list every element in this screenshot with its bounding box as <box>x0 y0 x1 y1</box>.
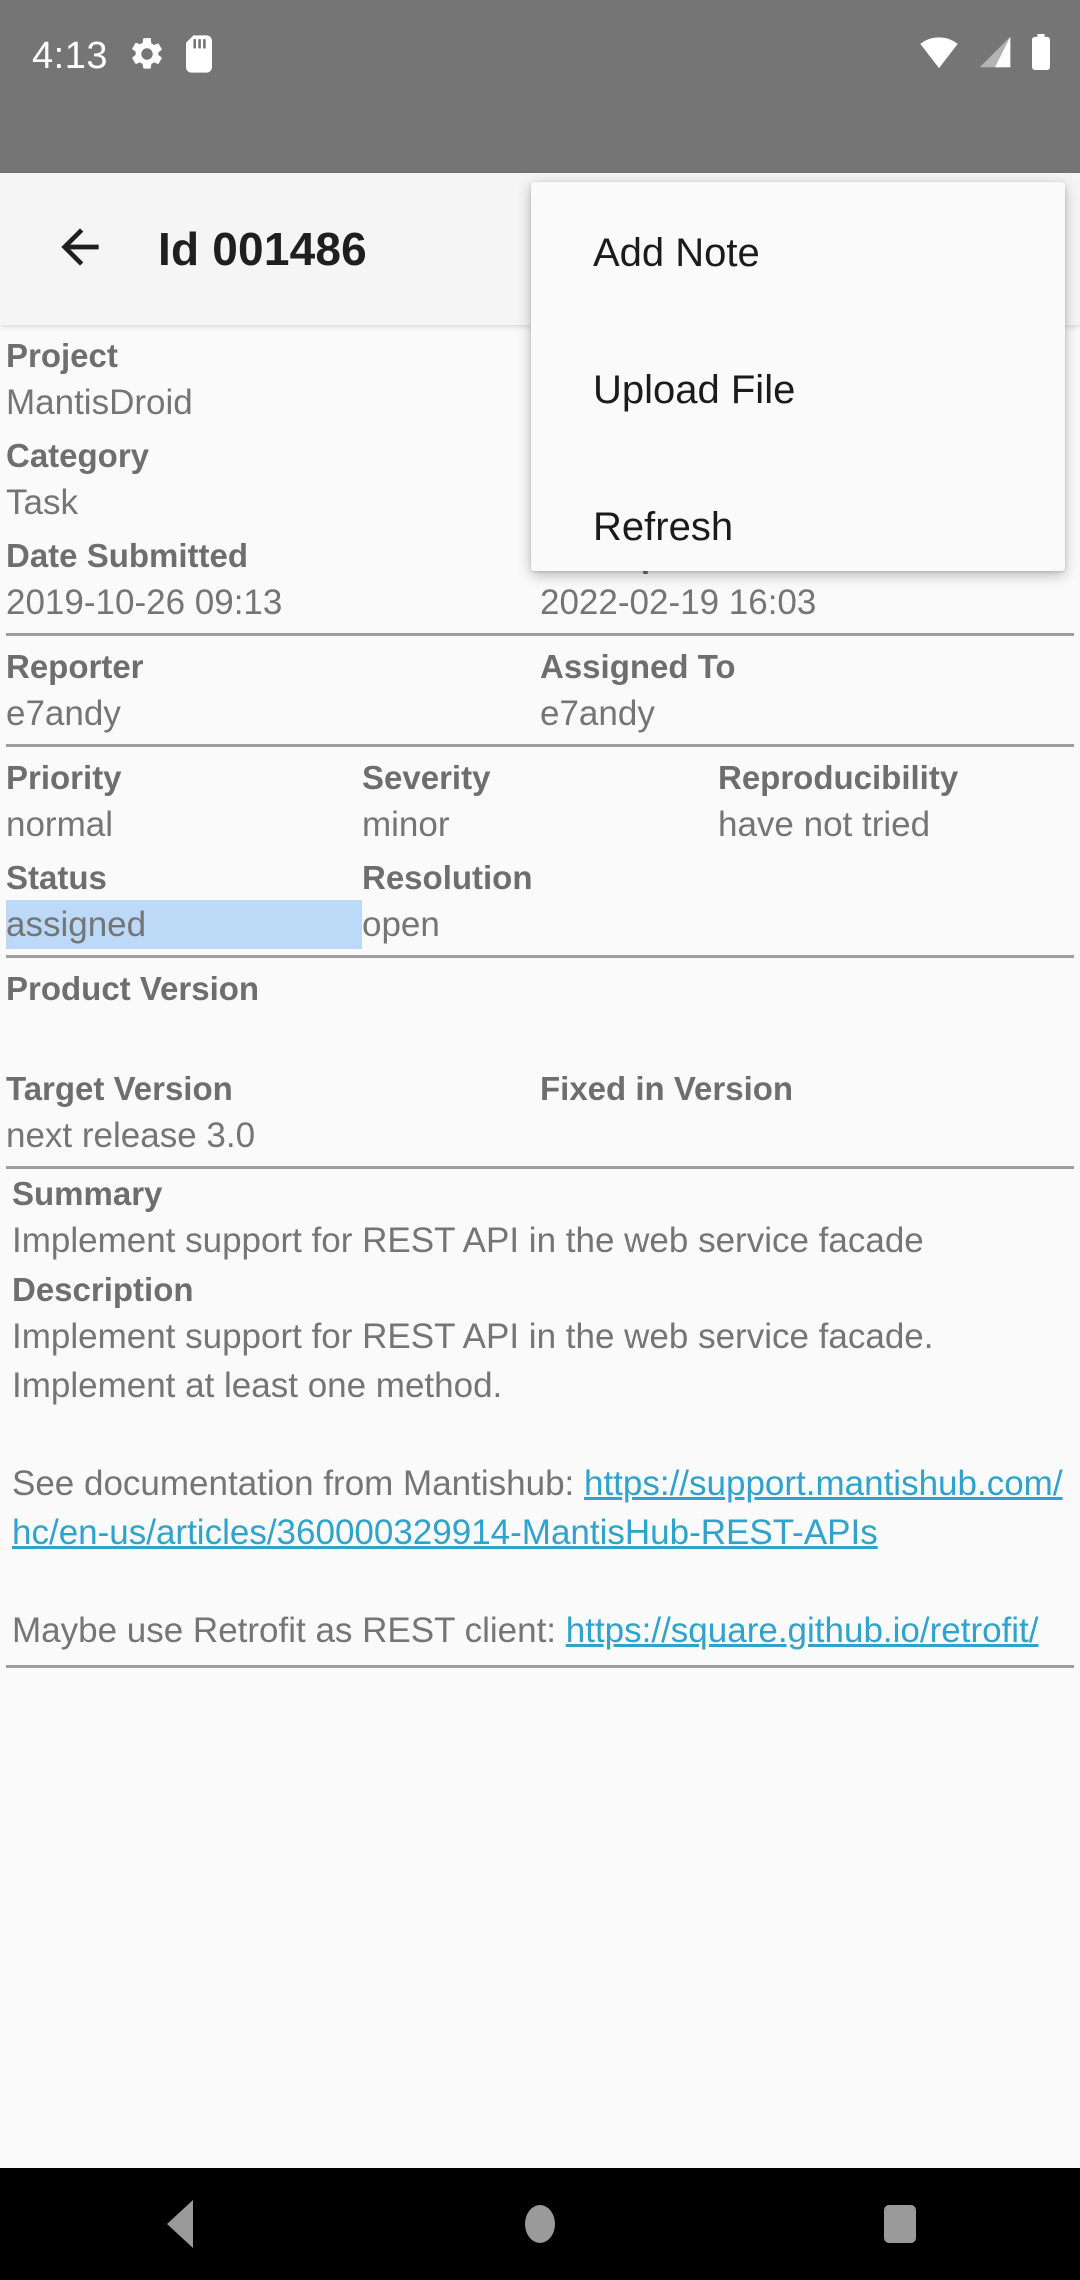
description-text-prefix: See documentation from Mantishub: <box>12 1464 584 1503</box>
status-bar: 4:13 <box>0 0 1080 173</box>
status-badge: assigned <box>6 900 362 949</box>
field-description: Description Implement support for REST A… <box>6 1265 1074 1655</box>
field-product-version: Product Version <box>6 966 1074 1060</box>
field-value <box>6 1011 1074 1060</box>
back-triangle-icon <box>167 2200 193 2248</box>
field-assigned-to: Assigned To e7andy <box>540 644 1074 738</box>
field-severity: Severity minor <box>362 755 718 849</box>
phone-screen: 4:13 Id 001486 Project MantisDroid Categ… <box>0 0 1080 2280</box>
description-paragraph-1: Implement support for REST API in the we… <box>12 1317 934 1405</box>
menu-item-refresh[interactable]: Refresh <box>531 482 1065 573</box>
nav-recents-button[interactable] <box>825 2168 975 2280</box>
description-paragraph-2: See documentation from Mantishub: https:… <box>12 1459 1068 1557</box>
field-label: Reproducibility <box>718 759 959 796</box>
field-priority: Priority normal <box>6 755 362 849</box>
field-label: Date Submitted <box>6 537 249 574</box>
divider <box>6 1665 1074 1668</box>
field-fixed-in-version: Fixed in Version <box>540 1066 1074 1160</box>
status-bar-clock: 4:13 <box>32 35 108 77</box>
field-label: Severity <box>362 759 491 796</box>
field-target-version: Target Version next release 3.0 <box>6 1066 540 1160</box>
field-row-versions: Target Version next release 3.0 Fixed in… <box>6 1066 1074 1166</box>
retrofit-link[interactable]: https://square.github.io/retrofit/ <box>566 1611 1039 1650</box>
field-label: Description <box>12 1271 194 1308</box>
menu-item-label: Refresh <box>593 505 734 549</box>
field-label: Fixed in Version <box>540 1070 794 1107</box>
field-date-submitted: Date Submitted 2019-10-26 09:13 <box>6 533 540 627</box>
field-row-status: Status assigned Resolution open <box>6 855 1074 955</box>
field-value: 2019-10-26 09:13 <box>6 583 283 622</box>
field-resolution: Resolution open <box>362 855 718 949</box>
field-value: normal <box>6 805 113 844</box>
field-status-spacer <box>718 855 1074 949</box>
field-label: Assigned To <box>540 648 736 685</box>
description-text-prefix: Maybe use Retrofit as REST client: <box>12 1611 566 1650</box>
menu-item-label: Upload File <box>593 368 796 412</box>
field-value: open <box>362 905 440 944</box>
status-bar-left: 4:13 <box>32 34 212 78</box>
overflow-menu: Add Note Upload File Refresh <box>531 182 1065 571</box>
field-label: Product Version <box>6 970 260 1007</box>
cell-signal-icon <box>976 35 1014 74</box>
nav-home-button[interactable] <box>465 2168 615 2280</box>
menu-item-upload-file[interactable]: Upload File <box>531 345 1065 436</box>
issue-detail-content: Project MantisDroid Category Task Date S… <box>0 325 1080 2168</box>
field-value: next release 3.0 <box>6 1116 256 1155</box>
arrow-left-icon <box>52 219 108 280</box>
battery-icon <box>1030 34 1052 75</box>
gear-icon <box>128 35 166 78</box>
field-reproducibility: Reproducibility have not tried <box>718 755 1074 849</box>
recents-square-icon <box>884 2205 916 2243</box>
field-row-product-version: Product Version <box>6 958 1074 1066</box>
status-bar-right <box>918 34 1052 75</box>
menu-item-label: Add Note <box>593 231 760 275</box>
field-summary: Summary Implement support for REST API i… <box>6 1169 1074 1265</box>
field-value: e7andy <box>6 694 121 733</box>
home-circle-icon <box>525 2205 555 2243</box>
field-row-classification: Priority normal Severity minor Reproduci… <box>6 747 1074 855</box>
sd-card-icon <box>185 34 212 78</box>
description-paragraph-3: Maybe use Retrofit as REST client: https… <box>12 1606 1068 1655</box>
field-status: Status assigned <box>6 855 362 949</box>
nav-back-button[interactable] <box>105 2168 255 2280</box>
field-label: Priority <box>6 759 122 796</box>
field-value: minor <box>362 805 450 844</box>
field-label: Target Version <box>6 1070 233 1107</box>
field-label: Summary <box>12 1175 163 1212</box>
field-value: 2022-02-19 16:03 <box>540 583 817 622</box>
menu-item-add-note[interactable]: Add Note <box>531 208 1065 299</box>
field-value: have not tried <box>718 805 931 844</box>
field-reporter: Reporter e7andy <box>6 644 540 738</box>
field-label: Status <box>6 859 107 896</box>
field-value: Implement support for REST API in the we… <box>12 1221 924 1260</box>
field-value <box>540 1111 1074 1160</box>
field-row-people: Reporter e7andy Assigned To e7andy <box>6 636 1074 744</box>
field-label: Reporter <box>6 648 144 685</box>
back-button[interactable] <box>30 199 130 299</box>
field-label: Resolution <box>362 859 533 896</box>
page-title: Id 001486 <box>158 223 367 275</box>
wifi-icon <box>918 35 960 74</box>
system-navigation-bar <box>0 2168 1080 2280</box>
field-value: e7andy <box>540 694 655 733</box>
